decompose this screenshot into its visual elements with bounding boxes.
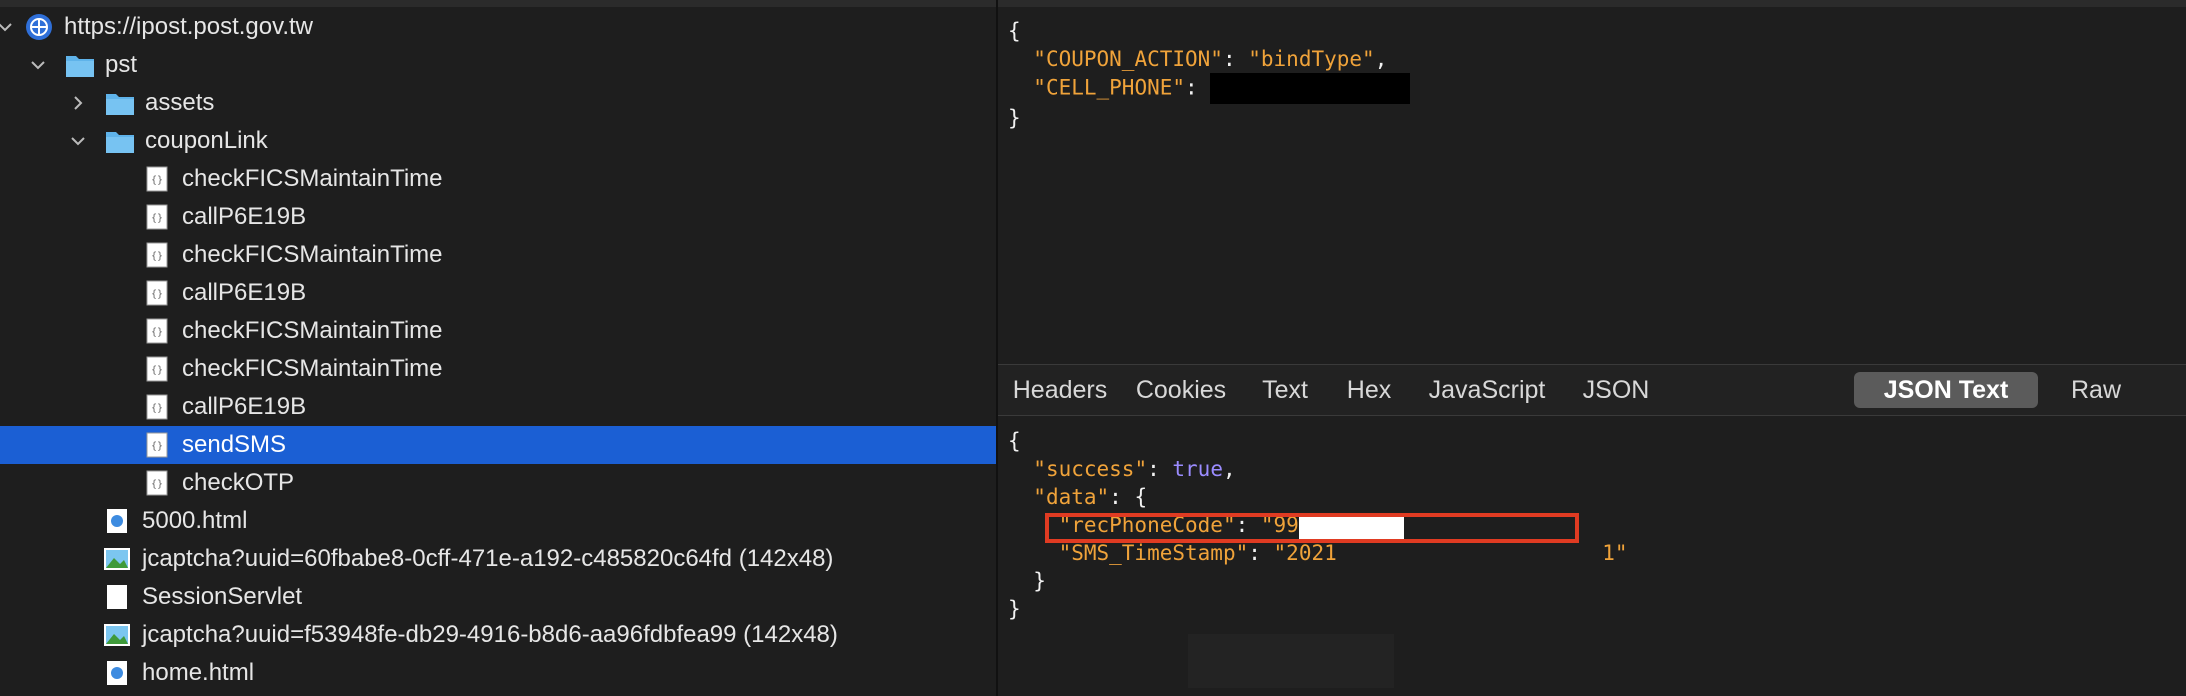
file-label: jcaptcha?uuid=f53948fe-db29-4916-b8d6-aa… [142,621,838,648]
host-label: https://ipost.post.gov.tw [64,13,314,40]
redaction-block [1210,73,1411,104]
request-label: checkOTP [182,469,295,496]
file-label: jcaptcha?uuid=60fbabe8-0cff-471e-a192-c4… [142,545,834,572]
svg-text:{}: {} [151,403,163,414]
folder-icon [105,88,135,118]
json-value: "bindType" [1248,47,1375,71]
folder-icon [105,126,135,156]
tree-row-host[interactable]: https://ipost.post.gov.tw [0,8,996,46]
json-file-icon: {} [142,202,172,232]
response-tab-bar: Headers Cookies Text Hex JavaScript JSON… [998,364,2186,416]
tree-row-request[interactable]: {} checkFICSMaintainTime [0,160,996,198]
tree-row-request[interactable]: {} checkFICSMaintainTime [0,312,996,350]
tree-row-request[interactable]: {} callP6E19B [0,274,996,312]
detail-panel: { "COUPON_ACTION": "bindType", "CELL_PHO… [998,0,2186,696]
json-file-icon: {} [142,392,172,422]
svg-text:{}: {} [151,251,163,262]
svg-text:{}: {} [151,479,163,490]
tab-text[interactable]: Text [1250,372,1320,408]
tree-row-request[interactable]: {} checkFICSMaintainTime [0,350,996,388]
tree-row-request[interactable]: {} callP6E19B [0,388,996,426]
image-file-icon [102,544,132,574]
json-key: "COUPON_ACTION" [1033,47,1223,71]
tab-hex[interactable]: Hex [1334,372,1404,408]
tab-javascript[interactable]: JavaScript [1422,372,1552,408]
json-file-icon: {} [142,430,172,460]
tree-row-request[interactable]: {} checkFICSMaintainTime [0,236,996,274]
file-label: SessionServlet [142,583,303,610]
chevron-down-icon[interactable] [0,16,16,38]
file-label: 5000.html [142,507,248,534]
json-file-icon: {} [142,316,172,346]
chevron-down-icon[interactable] [27,54,49,76]
image-file-icon [102,620,132,650]
tree-row-folder-pst[interactable]: pst [0,46,996,84]
request-label: callP6E19B [182,279,307,306]
request-tree-panel[interactable]: https://ipost.post.gov.tw pst assets cou… [0,0,996,696]
highlight-box [1045,513,1579,543]
html-file-icon [102,506,132,536]
tree-row-file[interactable]: 5000.html [0,502,996,540]
tooltip-placeholder [1188,634,1394,688]
tab-cookies[interactable]: Cookies [1128,372,1234,408]
tab-headers[interactable]: Headers [1012,372,1108,408]
tab-raw[interactable]: Raw [2056,372,2136,408]
request-label: checkFICSMaintainTime [182,165,443,192]
json-file-icon: {} [142,164,172,194]
request-label: callP6E19B [182,393,307,420]
tree-row-request[interactable]: {} callP6E19B [0,198,996,236]
request-label: checkFICSMaintainTime [182,241,443,268]
json-value: "2021 [1273,541,1337,565]
json-key: "CELL_PHONE" [1033,75,1186,100]
tab-json[interactable]: JSON [1566,372,1666,408]
html-file-icon [102,658,132,688]
chevron-right-icon[interactable] [67,92,89,114]
tree-row-file[interactable]: jcaptcha?uuid=f53948fe-db29-4916-b8d6-aa… [0,616,996,654]
folder-label: assets [145,89,215,116]
globe-icon [24,12,54,42]
json-key: "success" [1033,457,1148,481]
tree-row-request[interactable]: {} checkOTP [0,464,996,502]
request-label: sendSMS [182,431,287,458]
svg-text:{}: {} [151,441,163,452]
chevron-down-icon[interactable] [67,130,89,152]
json-file-icon: {} [142,468,172,498]
request-label: callP6E19B [182,203,307,230]
json-key: "SMS_TimeStamp" [1058,541,1249,565]
request-body[interactable]: { "COUPON_ACTION": "bindType", "CELL_PHO… [1008,17,1411,132]
file-label: home.html [142,659,255,686]
json-file-icon: {} [142,354,172,384]
request-label: checkFICSMaintainTime [182,355,443,382]
tree-row-folder-couponlink[interactable]: couponLink [0,122,996,160]
folder-label: couponLink [145,127,268,154]
folder-icon [65,50,95,80]
document-icon [102,582,132,612]
tree-row-file[interactable]: home.html [0,654,996,692]
json-key: "data" [1033,485,1110,509]
svg-text:{}: {} [151,327,163,338]
folder-label: pst [105,51,138,78]
request-label: checkFICSMaintainTime [182,317,443,344]
tree-row-file[interactable]: jcaptcha?uuid=60fbabe8-0cff-471e-a192-c4… [0,540,996,578]
tree-row-folder-assets[interactable]: assets [0,84,996,122]
json-value: true [1172,457,1223,481]
tree-row-file[interactable]: SessionServlet [0,578,996,616]
tab-json-text[interactable]: JSON Text [1854,372,2038,408]
tree-row-request-selected[interactable]: {} sendSMS [0,426,996,464]
svg-text:{}: {} [151,175,163,186]
json-file-icon: {} [142,240,172,270]
json-file-icon: {} [142,278,172,308]
svg-text:{}: {} [151,289,163,300]
json-value: 1" [1602,541,1628,565]
svg-text:{}: {} [151,213,163,224]
svg-text:{}: {} [151,365,163,376]
